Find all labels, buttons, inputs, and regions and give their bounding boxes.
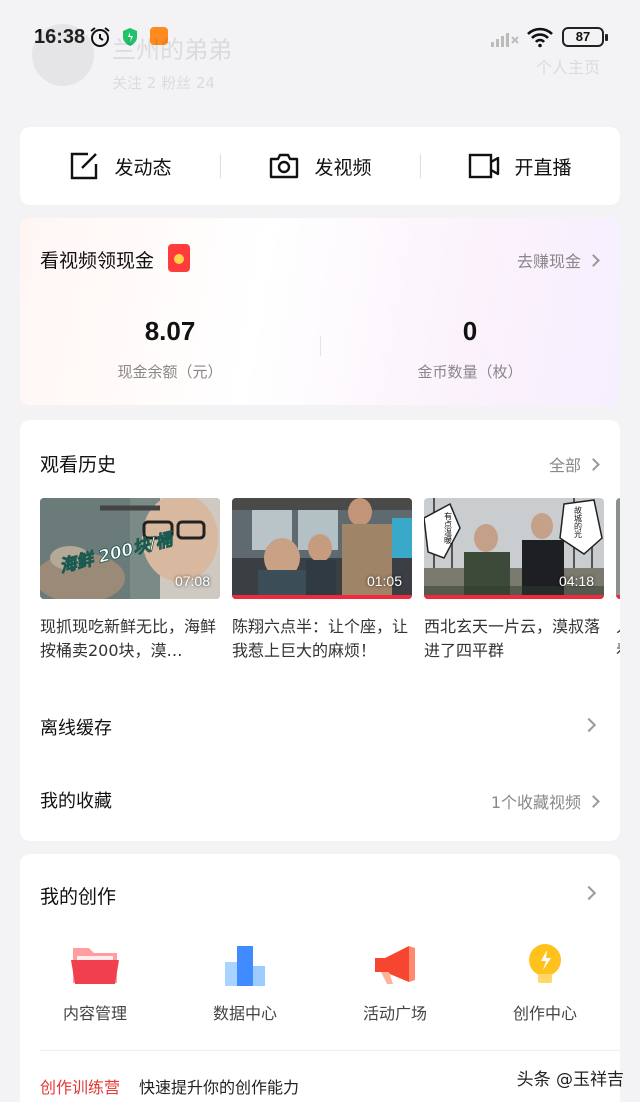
- history-video-item[interactable]: 有点温暖 故城的光 04:18 西北玄天一片云，漠叔落进了四平群: [424, 498, 604, 663]
- training-camp-tag[interactable]: 创作训练营: [40, 1074, 120, 1098]
- folder-icon: [71, 948, 119, 984]
- go-live-label: 开直播: [514, 156, 572, 179]
- watch-history-title: 观看历史: [40, 454, 117, 476]
- avatar[interactable]: [32, 24, 94, 86]
- content-management-button[interactable]: 内容管理: [20, 942, 170, 1023]
- chevron-right-icon: [587, 254, 600, 267]
- watch-progress-bar: [424, 595, 604, 599]
- thumbnail-bubble-left: 有点温暖: [444, 511, 453, 545]
- post-video-button[interactable]: 发视频: [220, 150, 420, 182]
- video-thumbnail[interactable]: [616, 498, 620, 599]
- activity-plaza-button[interactable]: 活动广场: [320, 942, 470, 1023]
- video-title[interactable]: 西北玄天一片云，漠叔落进了四平群: [424, 615, 604, 663]
- history-video-item[interactable]: 海鲜 200块/桶 07:08 现抓现吃新鲜无比，海鲜按桶卖200块，漠…: [40, 498, 220, 663]
- data-center-label: 数据中心: [212, 1004, 277, 1023]
- favorites-count-link[interactable]: 1个收藏视频: [490, 789, 600, 813]
- cash-reward-card[interactable]: 看视频领现金 去赚现金 8.07 现金余额（元） 0 金币数量（枚）: [20, 218, 620, 405]
- video-thumbnail-image: [616, 498, 620, 599]
- watch-history-all-link[interactable]: 全部: [548, 452, 600, 476]
- edit-icon: [71, 152, 98, 180]
- go-live-button[interactable]: 开直播: [420, 150, 620, 182]
- lightbulb-icon: [529, 944, 561, 983]
- data-center-button[interactable]: 数据中心: [170, 942, 320, 1023]
- video-title[interactable]: 人看: [616, 615, 620, 663]
- cash-card-title: 看视频领现金: [40, 250, 155, 272]
- activity-plaza-label: 活动广场: [362, 1004, 427, 1023]
- megaphone-icon: [375, 946, 415, 984]
- cash-balance-value[interactable]: 8.07: [20, 316, 320, 347]
- red-packet-icon: [168, 244, 190, 272]
- publish-actions: 发动态 发视频 开直播: [20, 127, 620, 205]
- my-creations-title[interactable]: 我的创作: [40, 882, 116, 909]
- earn-cash-label: 去赚现金: [516, 252, 581, 271]
- camera-icon: [270, 153, 299, 179]
- history-video-list: 海鲜 200块/桶 07:08 现抓现吃新鲜无比，海鲜按桶卖200块，漠… 01…: [40, 498, 620, 668]
- creation-tools: 内容管理 数据中心 活动广场 创作中心: [20, 942, 620, 1023]
- video-title[interactable]: 现抓现吃新鲜无比，海鲜按桶卖200块，漠…: [40, 615, 220, 663]
- profile-stats[interactable]: 关注 2 粉丝 24: [112, 72, 215, 93]
- chevron-right-icon[interactable]: [581, 717, 597, 733]
- video-duration: 01:05: [366, 573, 402, 589]
- divider: [40, 1050, 620, 1051]
- chevron-right-icon: [587, 795, 600, 808]
- video-thumbnail[interactable]: 有点温暖 故城的光 04:18: [424, 498, 604, 599]
- watch-progress-bar: [616, 595, 620, 599]
- post-update-label: 发动态: [114, 156, 172, 179]
- video-duration: 07:08: [174, 573, 210, 589]
- live-video-icon: [469, 153, 500, 179]
- favorites-row[interactable]: 我的收藏: [40, 787, 112, 813]
- chevron-right-icon[interactable]: [581, 885, 597, 901]
- chevron-right-icon: [587, 458, 600, 471]
- profile-name[interactable]: 兰州的弟弟: [112, 30, 232, 65]
- watch-progress-bar: [232, 595, 412, 599]
- video-thumbnail[interactable]: 01:05: [232, 498, 412, 599]
- history-video-item[interactable]: 人看: [616, 498, 620, 663]
- profile-header: 兰州的弟弟 关注 2 粉丝 24 个人主页: [0, 10, 640, 110]
- creator-center-button[interactable]: 创作中心: [470, 942, 620, 1023]
- content-management-label: 内容管理: [62, 1004, 127, 1023]
- video-thumbnail[interactable]: 海鲜 200块/桶 07:08: [40, 498, 220, 599]
- watermark: 头条 @玉祥吉: [516, 1070, 624, 1090]
- bar-chart-icon: [225, 946, 265, 986]
- favorites-count-label: 1个收藏视频: [490, 793, 581, 812]
- watch-history-card: 观看历史 全部 海鲜 200块/桶 07:08 现抓现吃新鲜无比，海鲜按桶卖20…: [20, 420, 620, 841]
- history-video-item[interactable]: 01:05 陈翔六点半：让个座，让我惹上巨大的麻烦！: [232, 498, 412, 663]
- post-video-label: 发视频: [314, 156, 372, 179]
- video-title[interactable]: 陈翔六点半：让个座，让我惹上巨大的麻烦！: [232, 615, 412, 663]
- training-camp-text[interactable]: 快速提升你的创作能力: [139, 1074, 299, 1098]
- creator-center-label: 创作中心: [512, 1004, 577, 1023]
- video-duration: 04:18: [558, 573, 594, 589]
- post-update-button[interactable]: 发动态: [20, 150, 220, 182]
- thumbnail-bubble-right: 故城的光: [574, 505, 583, 539]
- earn-cash-link[interactable]: 去赚现金: [516, 248, 600, 272]
- coin-count-label: 金币数量（枚）: [417, 363, 523, 381]
- offline-cache-row[interactable]: 离线缓存: [40, 714, 112, 740]
- profile-homepage-link[interactable]: 个人主页: [536, 54, 600, 78]
- all-label: 全部: [548, 456, 581, 475]
- coin-count-value[interactable]: 0: [320, 316, 620, 347]
- cash-balance-label: 现金余额（元）: [117, 363, 223, 381]
